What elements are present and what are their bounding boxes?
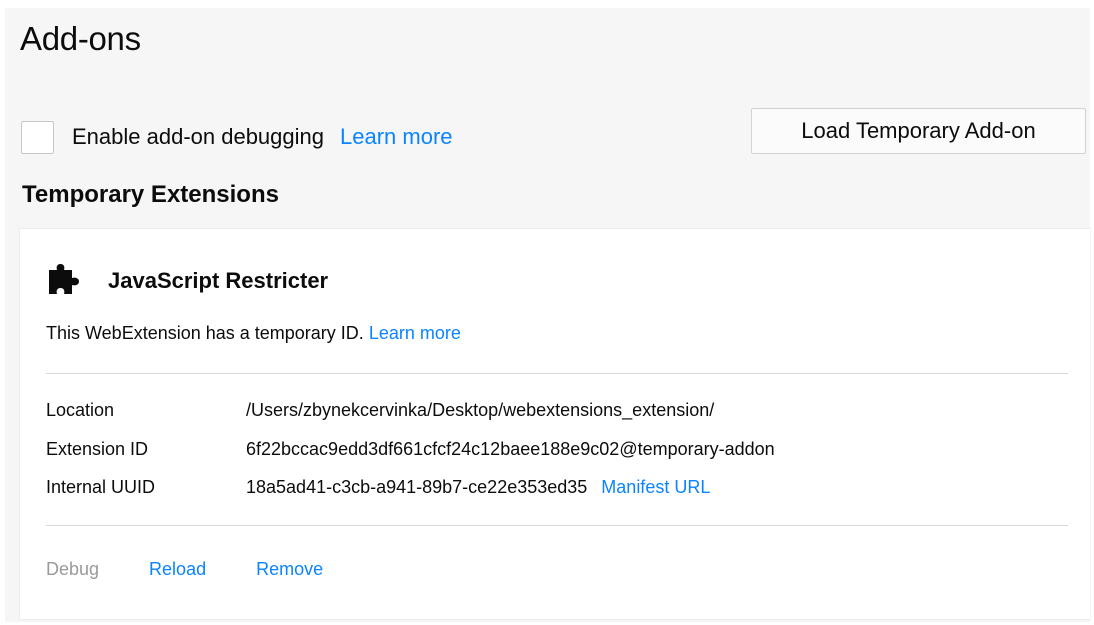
manifest-url-link[interactable]: Manifest URL <box>601 477 710 497</box>
internal-uuid-value: 18a5ad41-c3cb-a941-89b7-ce22e353ed35 Mani… <box>246 477 710 516</box>
divider <box>46 525 1068 526</box>
extension-id-label: Extension ID <box>46 438 149 459</box>
addons-page: Add-ons Enable add-on debugging Learn mo… <box>5 8 1090 622</box>
temporary-id-learn-more-link[interactable]: Learn more <box>369 323 461 343</box>
extension-id-value: 6f22bccac9edd3df661cfcf24c12baee188e9c02… <box>246 438 775 459</box>
extension-name: JavaScript Restricter <box>108 268 329 293</box>
temporary-id-note: This WebExtension has a temporary ID. Le… <box>46 323 461 344</box>
debugging-row: Enable add-on debugging Learn more <box>21 116 453 158</box>
location-value: /Users/zbynekcervinka/Desktop/webextensi… <box>246 400 715 420</box>
remove-button[interactable]: Remove <box>256 559 323 580</box>
load-temporary-addon-button[interactable]: Load Temporary Add-on <box>751 108 1086 154</box>
detail-row-extension-id: Extension ID 6f22bccac9edd3df661cfcf24c1… <box>46 439 1076 478</box>
divider <box>46 373 1068 374</box>
page-title: Add-ons <box>20 20 141 57</box>
enable-debugging-label: Enable add-on debugging <box>72 124 325 149</box>
reload-button[interactable]: Reload <box>149 559 206 580</box>
extension-actions: Debug Reload Remove <box>46 559 373 580</box>
internal-uuid-text: 18a5ad41-c3cb-a941-89b7-ce22e353ed35 <box>246 477 588 497</box>
temporary-extensions-heading: Temporary Extensions <box>22 181 279 208</box>
enable-debugging-checkbox[interactable] <box>21 120 54 154</box>
debugging-learn-more-link[interactable]: Learn more <box>340 124 453 150</box>
extension-details: Location /Users/zbynekcervinka/Desktop/w… <box>46 400 1076 516</box>
puzzle-piece-icon <box>49 264 79 294</box>
extension-header: JavaScript Restricter <box>46 261 328 301</box>
location-label: Location <box>46 400 115 420</box>
detail-row-internal-uuid: Internal UUID 18a5ad41-c3cb-a941-89b7-ce… <box>46 477 1076 516</box>
debug-button[interactable]: Debug <box>46 559 99 580</box>
temporary-id-text: This WebExtension has a temporary ID. <box>46 323 364 343</box>
internal-uuid-label: Internal UUID <box>46 477 156 497</box>
extension-card: JavaScript Restricter This WebExtension … <box>20 229 1090 619</box>
detail-row-location: Location /Users/zbynekcervinka/Desktop/w… <box>46 400 1076 439</box>
